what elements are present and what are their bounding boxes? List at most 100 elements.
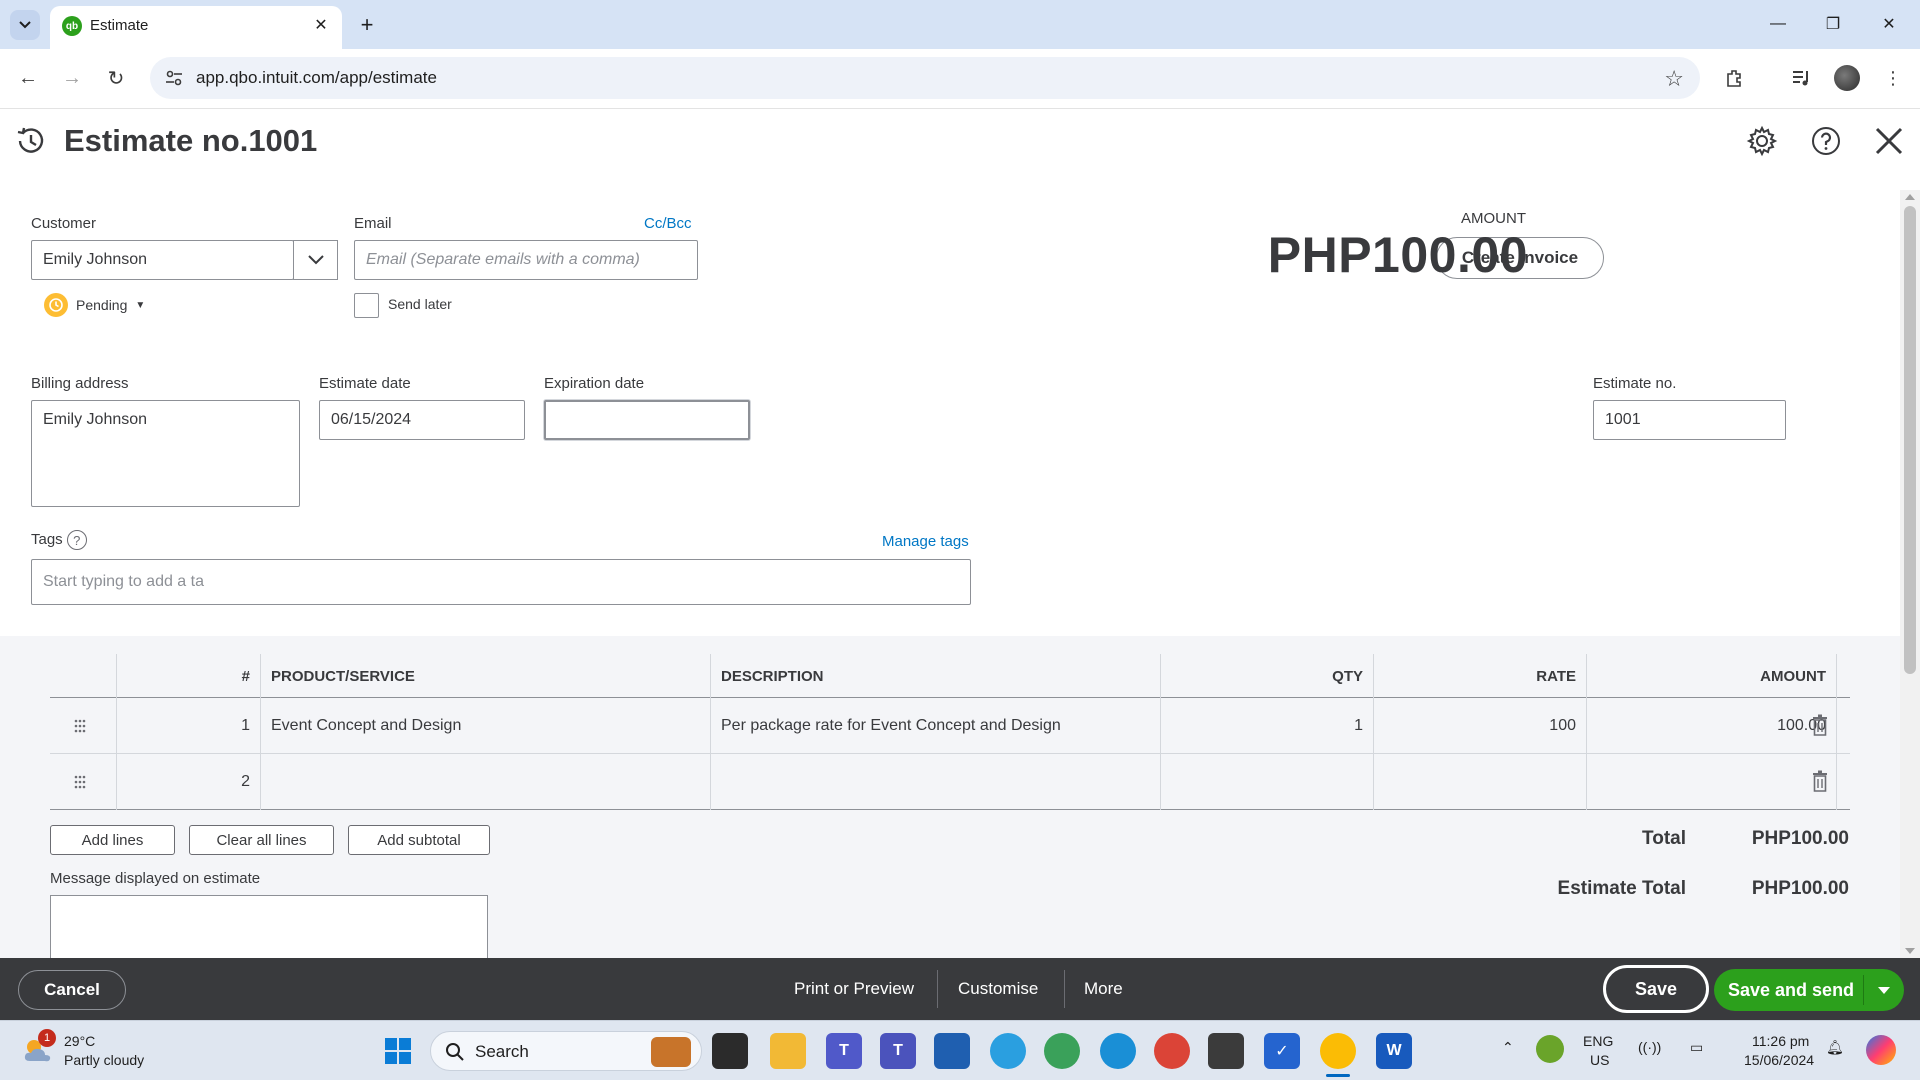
qty-cell[interactable]: 1 xyxy=(1161,698,1374,754)
email-field[interactable]: Email (Separate emails with a comma) xyxy=(354,240,698,280)
drag-column-header xyxy=(50,654,117,698)
scroll-down-arrow-icon[interactable] xyxy=(1905,948,1915,954)
app-icon[interactable] xyxy=(990,1033,1026,1069)
bookmark-star-icon[interactable]: ☆ xyxy=(1664,66,1684,92)
total-label: Total xyxy=(1642,828,1686,849)
message-textarea[interactable] xyxy=(50,895,488,965)
manage-tags-link[interactable]: Manage tags xyxy=(882,533,969,550)
teams-personal-icon[interactable]: T xyxy=(826,1033,862,1069)
row-number: 1 xyxy=(117,698,261,754)
clock-time[interactable]: 11:26 pm xyxy=(1752,1033,1809,1049)
table-row[interactable]: 2 xyxy=(50,754,1850,810)
language-line-1[interactable]: ENG xyxy=(1583,1033,1613,1049)
qty-cell[interactable] xyxy=(1161,754,1374,810)
save-button[interactable]: Save xyxy=(1603,965,1709,1013)
send-later-checkbox[interactable] xyxy=(354,293,379,318)
tags-help-icon[interactable]: ? xyxy=(66,530,87,550)
add-lines-button[interactable]: Add lines xyxy=(50,825,175,855)
window-close-icon[interactable]: ✕ xyxy=(1866,8,1912,40)
recent-history-icon[interactable] xyxy=(14,124,48,158)
tab-search-button[interactable] xyxy=(10,10,40,40)
weather-widget[interactable]: 1 29°C Partly cloudy xyxy=(22,1029,202,1073)
kebab-menu-icon[interactable]: ⋮ xyxy=(1878,63,1908,93)
weather-notification-badge: 1 xyxy=(38,1029,56,1047)
customer-field[interactable]: Emily Johnson xyxy=(31,240,294,280)
url-text[interactable]: app.qbo.intuit.com/app/estimate xyxy=(196,68,437,88)
language-line-2[interactable]: US xyxy=(1590,1052,1609,1068)
globe-app-icon[interactable] xyxy=(1044,1033,1080,1069)
rate-cell[interactable]: 100 xyxy=(1374,698,1587,754)
microsoft-store-icon[interactable] xyxy=(934,1033,970,1069)
app-grid-icon[interactable] xyxy=(1208,1033,1244,1069)
new-tab-icon[interactable]: + xyxy=(352,10,382,40)
help-icon[interactable] xyxy=(1806,121,1846,161)
tags-input[interactable]: Start typing to add a ta xyxy=(31,559,971,605)
battery-icon[interactable]: ▭ xyxy=(1690,1039,1703,1056)
close-icon[interactable] xyxy=(1869,121,1909,161)
profile-avatar[interactable] xyxy=(1834,65,1860,91)
product-cell[interactable]: Event Concept and Design xyxy=(261,698,711,754)
chrome-profile-icon[interactable] xyxy=(1154,1033,1190,1069)
amount-cell[interactable]: 100.00 xyxy=(1587,698,1837,754)
media-control-icon[interactable] xyxy=(1786,63,1816,93)
clear-all-lines-button[interactable]: Clear all lines xyxy=(189,825,334,855)
status-dropdown[interactable]: Pending ▼ xyxy=(44,292,145,318)
description-cell[interactable]: Per package rate for Event Concept and D… xyxy=(711,698,1161,754)
description-cell[interactable] xyxy=(711,754,1161,810)
amount-cell[interactable] xyxy=(1587,754,1837,810)
forward-icon[interactable]: → xyxy=(56,62,88,94)
estimate-no-value: 1001 xyxy=(1605,411,1641,428)
clock-date[interactable]: 15/06/2024 xyxy=(1744,1052,1814,1068)
tray-app-icon[interactable] xyxy=(1536,1035,1564,1063)
gear-icon[interactable] xyxy=(1742,121,1782,161)
taskbar-search[interactable]: Search xyxy=(430,1031,702,1071)
extensions-icon[interactable] xyxy=(1720,63,1750,93)
browser-tab[interactable]: qb Estimate ✕ xyxy=(50,6,342,49)
caret-down-icon[interactable] xyxy=(1878,987,1890,994)
print-preview-button[interactable]: Print or Preview xyxy=(794,958,914,1020)
more-button[interactable]: More xyxy=(1084,958,1123,1020)
restore-icon[interactable]: ❐ xyxy=(1810,8,1856,40)
notification-bell-icon[interactable]: 🔔︎ xyxy=(1826,1039,1844,1056)
edge-icon[interactable] xyxy=(1100,1033,1136,1069)
total-value: PHP100.00 xyxy=(1751,828,1849,849)
estimate-no-field[interactable]: 1001 xyxy=(1593,400,1786,440)
minimize-icon[interactable]: — xyxy=(1755,8,1801,40)
omnibox[interactable]: app.qbo.intuit.com/app/estimate ☆ xyxy=(150,57,1700,99)
todo-icon[interactable]: ✓ xyxy=(1264,1033,1300,1069)
expiration-date-field[interactable] xyxy=(544,400,750,440)
back-icon[interactable]: ← xyxy=(12,62,44,94)
customise-button[interactable]: Customise xyxy=(958,958,1038,1020)
save-and-send-button[interactable]: Save and send xyxy=(1714,969,1904,1011)
site-settings-icon[interactable] xyxy=(164,68,184,88)
windows-start-icon[interactable] xyxy=(380,1033,416,1069)
tray-overflow-icon[interactable]: ⌃ xyxy=(1502,1039,1514,1056)
copilot-icon[interactable] xyxy=(1866,1035,1896,1065)
add-subtotal-button[interactable]: Add subtotal xyxy=(348,825,490,855)
page-scrollbar[interactable] xyxy=(1900,190,1920,958)
active-app-indicator xyxy=(1326,1074,1350,1077)
product-cell[interactable] xyxy=(261,754,711,810)
qty-header: QTY xyxy=(1161,654,1374,698)
cc-bcc-link[interactable]: Cc/Bcc xyxy=(644,215,692,232)
scroll-thumb[interactable] xyxy=(1904,206,1916,674)
word-icon[interactable]: W xyxy=(1376,1033,1412,1069)
wifi-icon[interactable]: ((·)) xyxy=(1638,1039,1661,1055)
reload-icon[interactable]: ↻ xyxy=(100,62,132,94)
task-view-icon[interactable] xyxy=(712,1033,748,1069)
table-row[interactable]: 1 Event Concept and Design Per package r… xyxy=(50,698,1850,754)
rate-cell[interactable] xyxy=(1374,754,1587,810)
amount-value: PHP100.00 xyxy=(1267,227,1528,283)
trash-icon[interactable] xyxy=(1812,714,1828,736)
trash-icon[interactable] xyxy=(1812,770,1828,792)
estimate-date-field[interactable]: 06/15/2024 xyxy=(319,400,525,440)
tab-close-icon[interactable]: ✕ xyxy=(310,14,332,36)
cancel-button[interactable]: Cancel xyxy=(18,970,126,1010)
customer-dropdown-button[interactable] xyxy=(293,240,338,280)
teams-icon[interactable]: T xyxy=(880,1033,916,1069)
chrome-icon[interactable] xyxy=(1320,1033,1356,1069)
billing-address-field[interactable]: Emily Johnson xyxy=(31,400,300,507)
rate-header: RATE xyxy=(1374,654,1587,698)
file-explorer-icon[interactable] xyxy=(770,1033,806,1069)
scroll-up-arrow-icon[interactable] xyxy=(1905,194,1915,200)
